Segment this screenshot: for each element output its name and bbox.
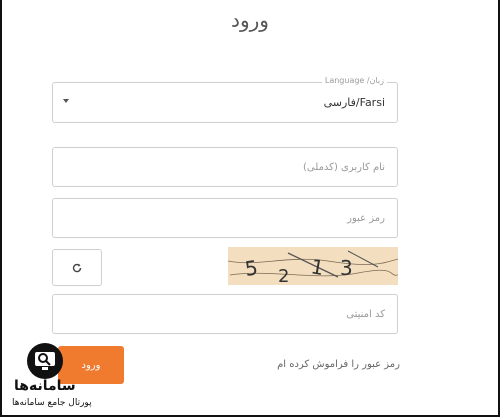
captcha-digit: 3 <box>340 256 353 280</box>
password-placeholder: رمز عبور <box>347 213 385 224</box>
monitor-search-icon <box>27 343 63 379</box>
watermark-tagline: پورتال جامع سامانه‌ها <box>12 398 92 408</box>
captcha-digit: 2 <box>278 266 289 285</box>
page-title: ورود <box>231 8 269 32</box>
security-code-input[interactable]: کد امنیتی <box>52 294 398 334</box>
captcha-image: 5 2 1 3 <box>228 247 398 285</box>
language-label: زبان/ Language <box>321 76 387 85</box>
password-input[interactable]: رمز عبور <box>52 198 398 238</box>
watermark-name: سامانه‌ها <box>14 378 76 394</box>
language-value: فارسی/Farsi <box>323 96 385 109</box>
security-code-placeholder: کد امنیتی <box>346 309 385 320</box>
language-select[interactable]: زبان/ Language فارسی/Farsi <box>52 76 398 123</box>
username-placeholder: نام کاربری (کدملی) <box>303 162 385 173</box>
forgot-password-link[interactable]: رمز عبور را فراموش کرده ام <box>277 359 400 370</box>
refresh-icon <box>72 263 82 272</box>
captcha-refresh-button[interactable] <box>52 249 102 286</box>
caret-down-icon <box>63 99 69 103</box>
username-input[interactable]: نام کاربری (کدملی) <box>52 147 398 187</box>
watermark-logo: سامانه‌ها پورتال جامع سامانه‌ها <box>4 342 124 414</box>
